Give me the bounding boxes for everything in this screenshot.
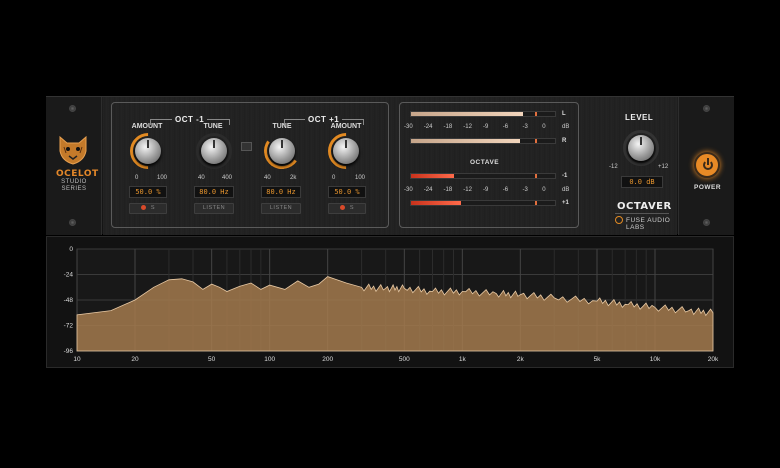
oct-minus-listen-button[interactable]: LISTEN [194,203,234,214]
y-tick-label: 0 [69,246,73,253]
screw-icon [69,219,76,226]
oct-minus-solo-button[interactable]: S [129,203,167,214]
octave-meter-minus [410,173,556,179]
active-dot-icon [339,205,345,211]
octave-meter-plus [410,200,556,206]
octave-meter-minus-label: -1 [562,173,568,179]
octave-meter-plus-label: +1 [562,200,569,206]
screw-icon [703,105,710,112]
x-tick-label: 500 [399,356,410,363]
meter-scale-label: -24 [423,187,433,193]
oct-minus-tune-knob[interactable] [196,133,232,169]
y-tick-label: -96 [64,348,74,355]
link-toggle[interactable] [241,142,252,151]
power-button[interactable] [694,152,720,178]
x-tick-label: 2k [517,356,525,363]
oct-minus-amount-value[interactable]: 50.0 % [129,186,167,198]
meter-scale-label: -3 [522,124,528,130]
ocelot-logo: OCELOT STUDIO SERIES [56,135,99,195]
oct-minus-amount-knob[interactable] [122,125,174,177]
x-tick-label: 10 [73,356,81,363]
oct-plus-tune-min: 40 [264,175,271,181]
octave-controls-panel: OCT -1 OCT +1 AMOUNT 0 100 50.0 % S TUNE… [111,102,389,228]
brand-name: OCELOT [56,169,99,179]
oct-plus-listen-button[interactable]: LISTEN [261,203,301,214]
level-value[interactable]: 0.0 dB [621,176,663,188]
oct-plus-tune-label: TUNE [272,123,292,130]
x-tick-label: 200 [322,356,333,363]
oct-minus-amount-label: AMOUNT [131,123,163,130]
oct-minus-amount-min: 0 [135,175,139,181]
oct-minus-tune-label: TUNE [203,123,223,130]
oct-plus-amount-label: AMOUNT [330,123,362,130]
ocelot-head-icon [59,135,87,165]
oct-plus-amount-max: 100 [355,175,366,181]
screw-icon [703,219,710,226]
active-dot-icon [140,205,146,211]
meter-scale-label: 0 [542,187,546,193]
fuse-logo-icon [615,216,623,224]
level-min: -12 [609,164,618,170]
oct-plus-amount-knob[interactable] [320,125,372,177]
x-tick-label: 20k [708,356,719,363]
rack-ear-left: OCELOT STUDIO SERIES [46,97,102,235]
maker-name: FUSE AUDIO LABS [626,217,671,231]
plugin-rack: OCELOT STUDIO SERIES OCT -1 OCT +1 AMOUN… [46,96,734,235]
x-tick-label: 100 [264,356,275,363]
oct-plus-tune-max: 2k [290,175,297,181]
spectrum-plot: 0 -24 -48 -72 -9610 20 50 100 200 500 1k 2k 5k 10k 20k [64,246,719,363]
meter-scale-label: -9 [483,187,489,193]
level-title: LEVEL [625,113,654,122]
meters-panel: L -30 -24 -18 -12 -9 -6 -3 0 dB R OCTAVE -1 -30-… [399,102,579,228]
meter-scale-label: -12 [463,187,472,193]
y-tick-label: -24 [64,272,74,279]
oct-minus-tune-min: 40 [198,175,205,181]
oct-minus-tune-value[interactable]: 80.0 Hz [194,186,234,198]
meter-scale-label: -6 [502,124,509,130]
meter-scale-label: dB [562,187,570,193]
octave-meter-title: OCTAVE [470,159,500,166]
meter-scale-label: dB [562,124,570,130]
name-divider [615,213,669,214]
level-max: +12 [658,164,669,170]
rack-ear-right: POWER [678,97,734,235]
brand-line2: SERIES [61,186,87,192]
y-tick-label: -72 [64,323,74,330]
x-tick-label: 5k [594,356,602,363]
oct-plus-amount-min: 0 [332,175,336,181]
spectrum-analyzer: 0 -24 -48 -72 -96 10 20 50 100 200 500 1k 2k 5k 10k 20k [46,236,734,368]
oct-plus-tune-value[interactable]: 80.0 Hz [261,186,301,198]
meter-scale-label: 0 [542,124,546,130]
oct-plus-solo-button[interactable]: S [328,203,366,214]
meter-scale-label: -18 [443,187,453,193]
input-meter-left-label: L [562,111,566,117]
input-meter-left [410,111,556,117]
meter-scale-label: -30 [404,187,413,193]
x-tick-label: 10k [650,356,661,363]
x-tick-label: 20 [131,356,139,363]
oct-plus-tune-knob[interactable] [261,130,303,172]
oct-plus-amount-value[interactable]: 50.0 % [328,186,366,198]
oct-minus-amount-max: 100 [157,175,168,181]
plugin-name: OCTAVER [617,201,672,212]
meter-scale-label: -3 [522,187,528,193]
meter-scale-label: -30 [404,124,413,130]
screw-icon [69,105,76,112]
meter-scale-label: -9 [483,124,489,130]
meter-scale-label: -18 [443,124,453,130]
x-tick-label: 50 [208,356,216,363]
oct-minus-tune-max: 400 [222,175,233,181]
input-meter-right-label: R [562,138,567,144]
power-label: POWER [694,184,722,191]
meter-scale-label: -12 [463,124,472,130]
input-meter-right [410,138,556,144]
x-tick-label: 1k [459,356,467,363]
meter-scale-label: -6 [502,187,509,193]
meter-scale-label: -24 [423,124,433,130]
brand-line1: STUDIO [61,179,87,185]
level-knob[interactable] [623,130,659,166]
faceplate: OCT -1 OCT +1 AMOUNT 0 100 50.0 % S TUNE… [103,97,677,235]
y-tick-label: -48 [64,297,74,304]
